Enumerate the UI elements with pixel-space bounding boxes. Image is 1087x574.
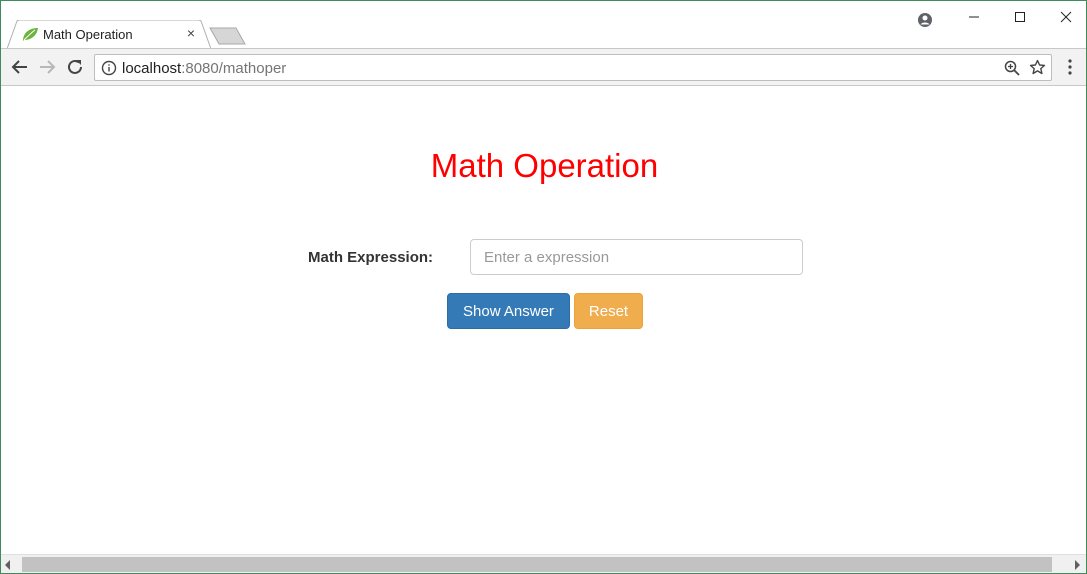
scroll-left-icon[interactable]: [3, 559, 13, 571]
minimize-icon[interactable]: [959, 7, 989, 27]
reset-button[interactable]: Reset: [574, 293, 643, 329]
browser-toolbar: localhost:8080/mathoper: [1, 48, 1086, 86]
tab-strip: Math Operation ×: [1, 1, 1086, 49]
star-icon[interactable]: [1029, 59, 1046, 76]
math-expression-input[interactable]: [470, 239, 803, 275]
info-icon[interactable]: [101, 60, 117, 76]
tab-math-operation[interactable]: Math Operation ×: [7, 20, 211, 49]
tab-title: Math Operation: [43, 27, 133, 42]
zoom-icon[interactable]: [1004, 60, 1020, 76]
url-path: :8080/mathoper: [181, 60, 287, 77]
show-answer-button[interactable]: Show Answer: [447, 293, 570, 329]
scrollbar-thumb[interactable]: [22, 557, 1052, 572]
page-content: Math Operation Math Expression: Show Ans…: [1, 86, 1086, 554]
horizontal-scrollbar[interactable]: [1, 554, 1086, 573]
arrow-left-icon[interactable]: [10, 57, 30, 77]
reload-icon[interactable]: [65, 57, 85, 77]
scroll-right-icon[interactable]: [1072, 559, 1082, 571]
url-text[interactable]: localhost:8080/mathoper: [122, 60, 286, 77]
window-close-icon[interactable]: [1051, 7, 1081, 27]
profile-icon[interactable]: [917, 12, 933, 28]
url-host: localhost: [122, 60, 182, 77]
math-expression-label: Math Expression:: [308, 249, 434, 266]
arrow-right-icon[interactable]: [37, 57, 57, 77]
kebab-menu-icon[interactable]: [1063, 58, 1077, 76]
page-title: Math Operation: [430, 147, 659, 184]
tab-close-icon[interactable]: ×: [184, 26, 198, 40]
browser-window: Math Operation × localhost:8080/mathoper…: [0, 0, 1087, 574]
spring-leaf-icon: [23, 28, 38, 41]
address-bar[interactable]: localhost:8080/mathoper: [94, 54, 1052, 81]
maximize-icon[interactable]: [1005, 7, 1035, 27]
new-tab-button[interactable]: [208, 27, 248, 45]
